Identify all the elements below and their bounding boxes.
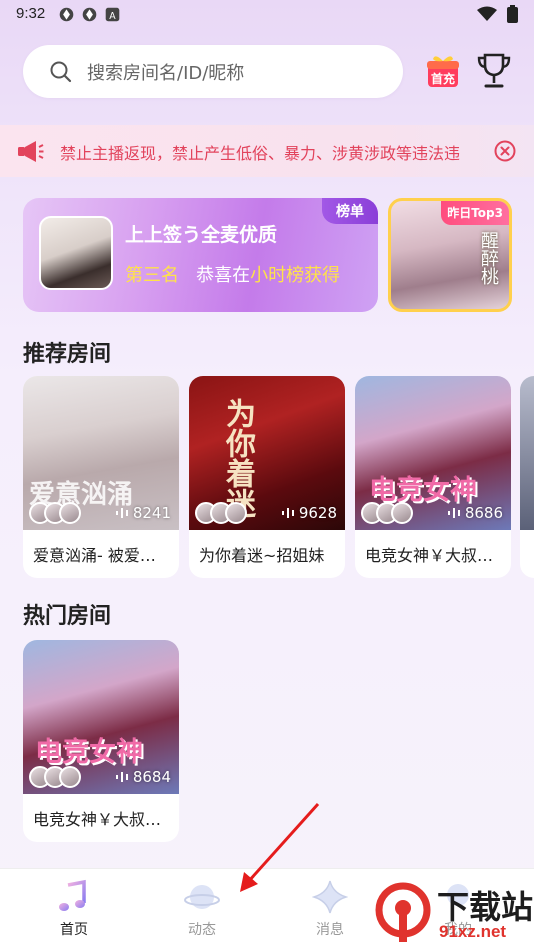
audio-wave-icon (115, 508, 128, 518)
svg-text:A: A (109, 11, 116, 22)
audio-wave-icon (115, 772, 128, 782)
status-time: 9:32 (16, 5, 46, 22)
room-card[interactable]: 电竞女神 8686 电竞女神￥大叔… (355, 376, 511, 578)
room-card[interactable]: 电竞女神 8684 电竞女神￥大叔… (23, 640, 179, 842)
room-listener-count: 8684 (115, 768, 171, 786)
banner-subtitle-prefix: 恭喜在 (196, 265, 251, 286)
audio-wave-icon (281, 508, 294, 518)
room-title: 电竞女神￥大叔… (365, 546, 494, 565)
recharge-badge: 首充 (430, 72, 455, 86)
notice-bar: 禁止主播返现，禁止产生低俗、暴力、涉黄涉政等违法违 (0, 125, 534, 177)
avatar (225, 502, 247, 524)
room-member-avatars (361, 502, 413, 524)
nav-item-home[interactable]: 首页 (34, 879, 114, 939)
banner-avatar (39, 216, 113, 290)
room-count-value: 8241 (132, 504, 171, 522)
planet-icon (184, 885, 220, 909)
room-title: 电竞女神￥大叔… (33, 810, 162, 829)
room-member-avatars (29, 502, 81, 524)
site-watermark: 下载站 91xz.net (375, 880, 534, 946)
avatar (391, 502, 413, 524)
room-title: 为你着迷~招姐妹 (199, 546, 325, 565)
room-cover-text: 电竞女神 (35, 737, 143, 768)
app-notification-icon (82, 7, 97, 22)
room-card[interactable]: 爱意汹涌 8241 爱意汹涌- 被爱… (23, 376, 179, 578)
room-cover-text: 为你着迷 (220, 398, 255, 518)
banner-title: 上上签う全麦优质 (125, 224, 278, 246)
room-count-value: 8686 (464, 504, 503, 522)
room-count-value: 8684 (132, 768, 171, 786)
search-icon (50, 61, 72, 82)
banner-subtitle: 第三名 恭喜在小时榜获得 (125, 261, 340, 287)
top3-tag: 昨日Top3 (441, 201, 509, 225)
trophy-icon[interactable] (476, 52, 512, 90)
hot-section-title: 热门房间 (23, 604, 112, 629)
status-bar: 9:32 A (0, 0, 534, 30)
room-member-avatars (195, 502, 247, 524)
recommended-section-title: 推荐房间 (23, 342, 112, 367)
top3-banner[interactable]: 昨日Top3 醒醉桃 (388, 198, 512, 312)
top3-calligraphy: 醒醉桃 (478, 231, 499, 285)
room-listener-count: 8241 (115, 504, 171, 522)
room-listener-count: 9628 (281, 504, 337, 522)
banner-subtitle-highlight: 小时榜获得 (250, 265, 341, 286)
first-recharge-gift-icon[interactable]: 首充 (425, 53, 461, 89)
avatar (59, 502, 81, 524)
banner-tag: 榜单 (322, 198, 378, 224)
nav-label-messages: 消息 (316, 922, 344, 938)
nav-label-feed: 动态 (188, 922, 216, 938)
close-icon[interactable] (494, 140, 516, 162)
room-cover (520, 376, 534, 530)
keyboard-notification-icon: A (105, 7, 120, 22)
wifi-icon (477, 6, 497, 21)
room-member-avatars (29, 766, 81, 788)
watermark-logo-icon (375, 882, 431, 942)
watermark-url: 91xz.net (439, 922, 507, 941)
ranking-banner[interactable]: 榜单 上上签う全麦优质 第三名 恭喜在小时榜获得 (23, 198, 378, 312)
app-notification-icon (59, 7, 74, 22)
room-count-value: 9628 (298, 504, 337, 522)
notice-text: 禁止主播返现，禁止产生低俗、暴力、涉黄涉政等违法违 (60, 144, 461, 163)
megaphone-icon (18, 141, 44, 162)
status-system-icons (477, 5, 518, 23)
avatar (59, 766, 81, 788)
annotation-arrow (240, 802, 320, 892)
nav-label-home: 首页 (60, 922, 88, 938)
room-card[interactable]: 为你着迷 9628 为你着迷~招姐妹 (189, 376, 345, 578)
banner-rank: 第三名 (125, 265, 179, 286)
status-notification-icons: A (58, 6, 121, 23)
music-note-icon (59, 879, 86, 911)
room-title: 爱意汹涌- 被爱… (33, 546, 156, 565)
audio-wave-icon (447, 508, 460, 518)
room-listener-count: 8686 (447, 504, 503, 522)
room-card-partial[interactable] (520, 376, 534, 578)
search-input[interactable]: 搜索房间名/ID/昵称 (23, 45, 403, 98)
battery-icon (507, 5, 518, 23)
search-placeholder: 搜索房间名/ID/昵称 (87, 62, 245, 84)
